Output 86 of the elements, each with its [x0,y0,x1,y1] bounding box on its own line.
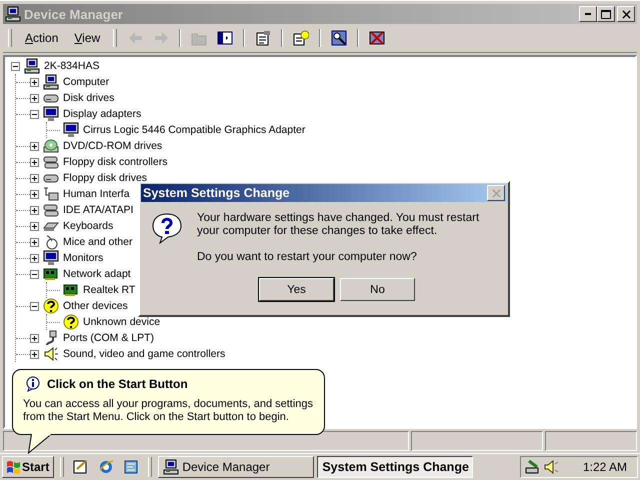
computer-icon [24,58,40,74]
tree-item[interactable]: Network adapt [62,268,132,280]
tree-item[interactable]: Disk drives [62,92,116,104]
close-icon [492,188,500,198]
expand-toggle[interactable] [30,334,39,342]
controller-icon [43,154,59,170]
expand-toggle[interactable] [30,142,39,150]
collapse-toggle[interactable] [30,302,39,310]
tree-item[interactable]: Floppy disk controllers [62,156,168,168]
tree-item[interactable]: Display adapters [62,108,142,120]
maximize-button[interactable] [597,6,615,22]
tree-item[interactable]: Mice and other [62,236,134,248]
info-icon [25,376,41,392]
help-icon[interactable] [293,30,310,46]
tree-item[interactable]: Unknown device [82,316,162,328]
expand-toggle[interactable] [30,254,39,262]
tree-item[interactable]: Sound, video and game controllers [62,348,226,360]
flag-icon [7,460,20,474]
close-icon [622,10,630,18]
question-icon [43,298,59,314]
monitor-icon [43,106,59,122]
tree-item[interactable]: Other devices [62,300,129,312]
expand-toggle[interactable] [30,78,39,86]
desktop-icon[interactable] [73,459,90,475]
taskbar-button[interactable]: System Settings Change [317,456,474,478]
tree-item[interactable]: Human Interfa [62,188,131,200]
computer-icon [163,459,180,475]
collapse-toggle[interactable] [30,270,39,278]
menu-item[interactable]: Action [19,29,64,47]
monitor-icon [63,122,79,138]
plug-icon [43,330,59,346]
dialog-title: System Settings Change [143,186,291,200]
tree-item[interactable]: IDE ATA/ATAPI [62,204,134,216]
expand-toggle[interactable] [30,174,39,182]
yes-button[interactable]: Yes [259,278,334,301]
clock: 1:22 AM [582,460,628,474]
expand-toggle[interactable] [30,222,39,230]
start-button[interactable]: Start [2,456,54,478]
tree-item[interactable]: Keyboards [62,220,114,232]
window-title: Device Manager [24,6,124,22]
question-icon [63,314,79,330]
browser-icon[interactable] [98,459,114,475]
taskbar-button[interactable]: Device Manager [158,456,314,478]
tree-item[interactable]: 2K-834HAS [43,60,100,72]
tree-item[interactable]: Cirrus Logic 5446 Compatible Graphics Adapter [82,124,306,136]
controller-icon [43,202,59,218]
network-card-icon [43,266,59,282]
expand-toggle[interactable] [30,190,39,198]
tree-item[interactable]: Floppy disk drives [62,172,148,184]
expand-toggle[interactable] [30,206,39,214]
uninstall-icon[interactable] [369,30,386,46]
speaker-icon [43,346,59,362]
expand-toggle[interactable] [30,158,39,166]
monitor-icon [43,250,59,266]
volume-icon[interactable] [543,459,559,475]
disc-drive-icon [43,138,59,154]
computer-icon [43,74,59,90]
tree-item[interactable]: DVD/CD-ROM drives [62,140,164,152]
tree-item[interactable]: Computer [62,76,110,88]
menu-item[interactable]: View [68,29,106,47]
minimize-button[interactable] [579,6,597,22]
network-icon[interactable] [525,459,541,475]
close-button[interactable] [617,6,635,22]
maximize-icon [601,10,611,18]
device-icon [43,186,59,202]
panel-icon[interactable] [217,30,234,46]
expand-toggle[interactable] [30,238,39,246]
channels-icon[interactable] [123,459,140,475]
question-text: Do you want to restart your computer now? [197,251,418,264]
expand-toggle[interactable] [30,94,39,102]
scan-icon[interactable] [331,30,348,46]
collapse-toggle[interactable] [11,62,20,70]
minimize-icon [585,13,591,15]
network-card-icon [63,282,79,298]
message-text: Your hardware settings have changed. You must restart your computer for these changes to take effect. [197,212,480,238]
no-button[interactable]: No [340,278,415,301]
balloon-title: Click on the Start Button [47,377,188,391]
computer-icon [5,6,21,22]
collapse-toggle[interactable] [30,110,39,118]
properties-icon[interactable] [255,30,272,46]
expand-toggle[interactable] [30,350,39,358]
question-icon [151,212,183,244]
tree-item[interactable]: Monitors [62,252,104,264]
balloon-text: You can access all your programs, documents, and settings from the Start Menu. Click on the Start button to begin. [23,398,314,424]
tree-item[interactable]: Realtek RT [82,284,136,296]
tree-item[interactable]: Ports (COM & LPT) [62,332,156,344]
